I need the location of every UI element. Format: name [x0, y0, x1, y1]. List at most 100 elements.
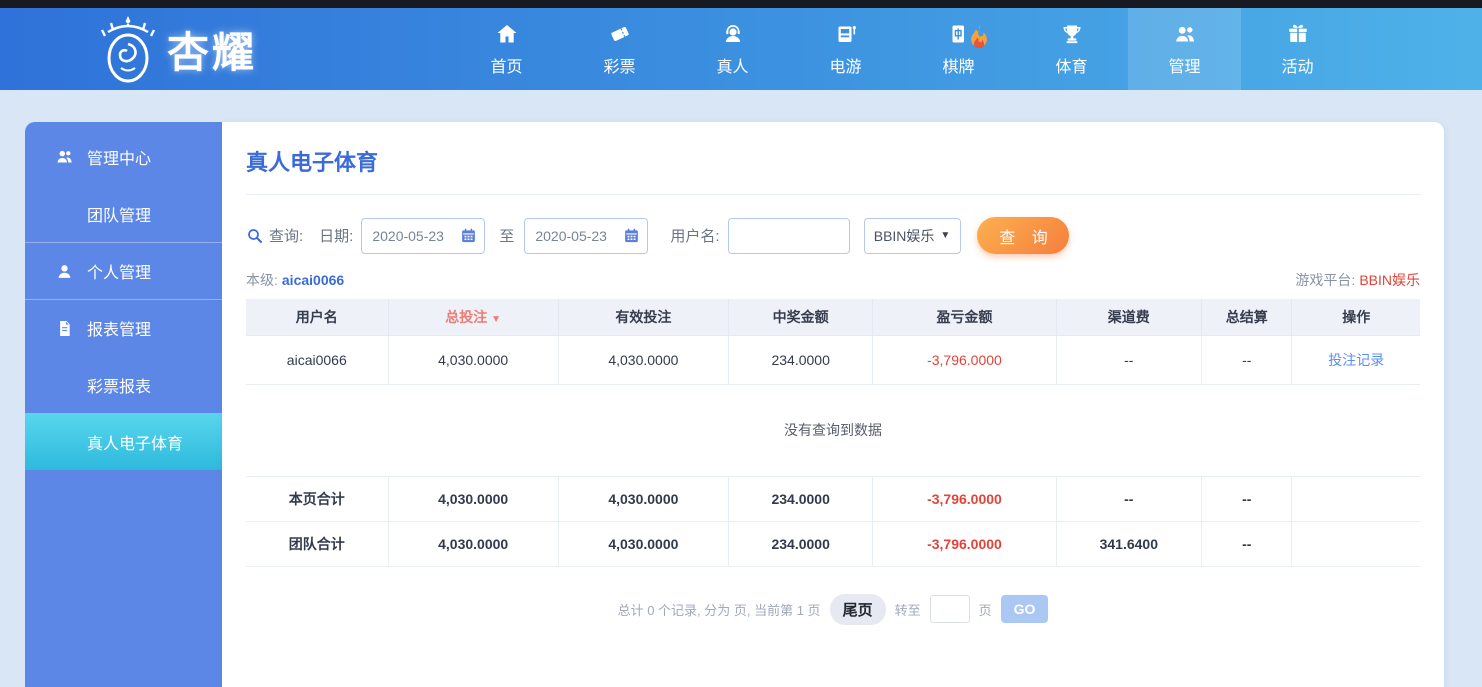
page-unit-label: 页: [978, 602, 992, 618]
home-icon: [497, 24, 516, 42]
goto-page-input[interactable]: [929, 595, 970, 623]
sort-desc-icon: ▼: [491, 313, 502, 325]
sidebar-item-lottery-report[interactable]: 彩票报表: [25, 356, 222, 413]
nav-item-activities[interactable]: 活动: [1241, 8, 1354, 90]
empty-data-row: 没有查询到数据: [246, 384, 1420, 477]
nav-item-label: 真人: [716, 58, 749, 76]
top-navbar: 杏耀 首页 彩票 真人 电游 棋牌 体育 管理 活动: [0, 8, 1482, 90]
level-row: 本级: aicai0066 游戏平台: BBIN娱乐: [222, 266, 1444, 299]
pagination-summary: 总计 0 个记录, 分为 页, 当前第 1 页: [617, 602, 821, 618]
summary-label: 本页合计: [246, 476, 389, 522]
date-range-to-label: 至: [499, 228, 515, 245]
users-icon: [1175, 26, 1194, 41]
nav-item-live[interactable]: 真人: [676, 8, 789, 90]
search-form: 查询: 日期: 至 用户名: BBIN娱乐 ▼ 查 询: [222, 195, 1444, 266]
cell-total-settlement: --: [1201, 335, 1293, 385]
col-header-channel-fee[interactable]: 渠道费: [1056, 299, 1203, 336]
sidebar-item-team-management[interactable]: 团队管理: [25, 185, 222, 242]
nav-item-lottery[interactable]: 彩票: [563, 8, 676, 90]
go-button[interactable]: GO: [1000, 595, 1049, 623]
nav-item-home[interactable]: 首页: [450, 8, 563, 90]
live-dealer-icon: [725, 24, 740, 42]
platform-value: BBIN娱乐: [1359, 272, 1420, 288]
cell-total-bet: 4,030.0000: [388, 335, 559, 385]
col-header-total-settlement[interactable]: 总结算: [1201, 299, 1293, 336]
sidebar-item-label: 管理中心: [87, 150, 152, 168]
col-header-total-bet[interactable]: 总投注 ▼: [388, 299, 559, 336]
search-button[interactable]: 查 询: [976, 217, 1069, 254]
username-label: 用户名:: [670, 228, 720, 245]
sidebar-item-live-esports-report[interactable]: 真人电子体育: [25, 413, 222, 470]
nav-item-sports[interactable]: 体育: [1015, 8, 1128, 90]
date-label: 日期:: [319, 228, 354, 245]
pagination: 总计 0 个记录, 分为 页, 当前第 1 页 尾页 转至 页 GO: [222, 567, 1444, 635]
crown-crest-icon: [100, 16, 156, 83]
table-header-row: 用户名 总投注 ▼ 有效投注 中奖金额 盈亏金额 渠道费 总结算 操作: [246, 299, 1420, 336]
summary-label: 团队合计: [246, 521, 389, 567]
fire-icon: [971, 24, 987, 48]
game-platform: 游戏平台: BBIN娱乐: [1295, 270, 1420, 290]
page-body: 管理中心 团队管理 个人管理 报表管理 彩票报表 真人电子体育 真人电子体育 查…: [0, 90, 1482, 687]
cell-channel-fee: --: [1056, 335, 1203, 385]
empty-message: 没有查询到数据: [246, 384, 1420, 477]
col-header-username[interactable]: 用户名: [246, 299, 389, 336]
sidebar-item-label: 团队管理: [87, 207, 152, 225]
sidebar-item-label: 彩票报表: [87, 378, 152, 396]
nav-item-label: 首页: [490, 58, 523, 76]
content-header: 真人电子体育: [246, 122, 1420, 195]
report-icon: [60, 320, 70, 336]
ticket-icon: [610, 26, 629, 41]
sidebar-item-label: 个人管理: [87, 265, 152, 282]
nav-item-label: 电游: [829, 58, 862, 76]
nav-item-management[interactable]: 管理: [1128, 8, 1241, 90]
report-table: 用户名 总投注 ▼ 有效投注 中奖金额 盈亏金额 渠道费 总结算 操作 aica…: [246, 299, 1420, 567]
platform-label: 游戏平台:: [1295, 272, 1356, 288]
nav-item-egames[interactable]: 电游: [789, 8, 902, 90]
sidebar-item-report-management[interactable]: 报表管理: [25, 299, 222, 356]
sidebar-item-label: 报表管理: [87, 322, 152, 339]
username-input[interactable]: [727, 217, 850, 254]
sidebar-item-management-center[interactable]: 管理中心: [25, 128, 222, 185]
nav-item-label: 活动: [1281, 58, 1314, 76]
main-navigation: 首页 彩票 真人 电游 棋牌 体育 管理 活动: [450, 8, 1354, 90]
level-label: 本级:: [246, 272, 278, 288]
goto-label: 转至: [894, 602, 921, 618]
brand-name: 杏耀: [167, 28, 258, 76]
bet-records-link[interactable]: 投注记录: [1328, 352, 1384, 368]
cell-valid-bet: 4,030.0000: [558, 335, 729, 385]
brand-logo[interactable]: 杏耀: [95, 14, 257, 84]
content-card: 真人电子体育 查询: 日期: 至 用户名: BBIN娱乐 ▼: [222, 122, 1444, 687]
slot-machine-icon: [838, 25, 856, 42]
platform-select[interactable]: BBIN娱乐 ▼: [863, 217, 961, 254]
cell-win-amount: 234.0000: [728, 335, 874, 385]
calendar-icon[interactable]: [460, 227, 477, 244]
cell-profit-loss: -3,796.0000: [872, 335, 1057, 385]
users-icon: [57, 150, 72, 163]
col-header-profit-loss[interactable]: 盈亏金额: [872, 299, 1057, 336]
calendar-icon[interactable]: [623, 227, 640, 244]
nav-item-boardgames[interactable]: 棋牌: [902, 8, 1015, 90]
current-level: 本级: aicai0066: [246, 270, 344, 290]
nav-item-label: 体育: [1055, 58, 1088, 76]
trophy-icon: [1063, 25, 1080, 43]
platform-select-value: BBIN娱乐: [873, 227, 935, 244]
col-header-win-amount[interactable]: 中奖金额: [728, 299, 874, 336]
col-header-actions: 操作: [1291, 299, 1420, 336]
page-title: 真人电子体育: [246, 150, 379, 175]
window-top-strip: [0, 0, 1482, 8]
page-total-row: 本页合计 4,030.0000 4,030.0000 234.0000 -3,7…: [246, 476, 1420, 522]
chevron-down-icon: ▼: [940, 230, 951, 241]
sidebar-item-label: 真人电子体育: [87, 435, 184, 453]
col-header-valid-bet[interactable]: 有效投注: [558, 299, 729, 336]
nav-item-label: 管理: [1168, 58, 1201, 76]
last-page-button[interactable]: 尾页: [829, 593, 886, 625]
table-row: aicai0066 4,030.0000 4,030.0000 234.0000…: [246, 335, 1420, 385]
date-to-field: [524, 217, 649, 254]
nav-item-label: 彩票: [603, 58, 636, 76]
gift-icon: [1288, 24, 1307, 42]
user-icon: [58, 264, 71, 278]
level-value: aicai0066: [281, 272, 345, 288]
sidebar: 管理中心 团队管理 个人管理 报表管理 彩票报表 真人电子体育: [25, 122, 222, 687]
sidebar-item-personal-management[interactable]: 个人管理: [25, 242, 222, 299]
query-label: 查询:: [246, 225, 303, 246]
